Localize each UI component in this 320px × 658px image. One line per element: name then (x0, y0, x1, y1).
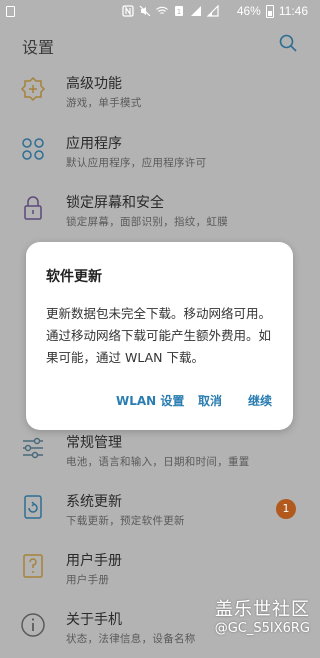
nfc-icon (122, 5, 134, 17)
manual-icon (23, 554, 43, 578)
item-title: 常规管理 (66, 435, 122, 451)
signal-icon (191, 6, 201, 16)
header: 设置 (0, 24, 316, 64)
item-subtitle: 状态，法律信息，设备名称 (66, 633, 196, 645)
item-subtitle: 用户手册 (66, 574, 110, 586)
item-subtitle: 下载更新，预定软件更新 (66, 515, 185, 527)
settings-item-lock-screen-security[interactable]: 锁定屏幕和安全 锁定屏幕，面部识别，指纹，虹膜 (0, 181, 316, 241)
lock-icon (24, 196, 42, 220)
item-title: 用户手册 (66, 553, 122, 569)
battery-percent: 46% (236, 4, 261, 18)
item-subtitle: 默认应用程序，应用程序许可 (66, 157, 207, 169)
battery-icon (265, 4, 274, 18)
system-update-icon (24, 495, 42, 519)
settings-item-system-update[interactable]: 系统更新 下载更新，预定软件更新 1 (0, 480, 316, 540)
search-icon[interactable] (278, 33, 298, 53)
sim-card-icon (6, 6, 15, 17)
dialog-message: 更新数据包未完全下载。移动网络可用。通过移动网络下载可能产生额外费用。如果可能，… (46, 306, 272, 365)
cancel-button[interactable]: 取消 (198, 392, 222, 409)
item-title: 锁定屏幕和安全 (66, 195, 164, 211)
sliders-icon (23, 437, 43, 459)
mute-icon (139, 5, 151, 17)
watermark-brand: 盖乐世社区 (215, 599, 310, 620)
item-title: 高级功能 (66, 76, 122, 92)
sim1-icon: 1 (175, 6, 183, 16)
wlan-settings-button[interactable]: WLAN 设置 (116, 392, 184, 409)
item-title: 关于手机 (66, 612, 122, 628)
settings-item-general-management[interactable]: 常规管理 电池，语言和输入，日期和时间，重置 (0, 421, 316, 481)
software-update-dialog: 软件更新 更新数据包未完全下载。移动网络可用。通过移动网络下载可能产生额外费用。… (26, 242, 293, 430)
apps-icon (22, 138, 44, 160)
advanced-features-icon (20, 76, 46, 102)
item-subtitle: 锁定屏幕，面部识别，指纹，虹膜 (66, 216, 228, 228)
watermark-handle: @GC_S5IX6RG (214, 621, 310, 636)
update-count-badge: 1 (276, 499, 296, 519)
continue-button[interactable]: 继续 (248, 392, 272, 409)
clock: 11:46 (278, 4, 308, 18)
svg-text:1: 1 (177, 8, 181, 16)
signal-2-icon (207, 5, 219, 17)
dialog-actions: WLAN 设置 取消 继续 (26, 392, 293, 412)
item-title: 系统更新 (66, 494, 122, 510)
settings-item-apps[interactable]: 应用程序 默认应用程序，应用程序许可 (0, 122, 316, 182)
settings-item-user-manual[interactable]: 用户手册 用户手册 (0, 539, 316, 599)
wifi-icon (156, 6, 168, 14)
status-icons: 1 (122, 5, 219, 17)
item-title: 应用程序 (66, 136, 122, 152)
status-bar: 1 46% 11:46 (0, 0, 316, 24)
item-subtitle: 游戏，单手模式 (66, 97, 142, 109)
page-title: 设置 (22, 38, 55, 57)
item-subtitle: 电池，语言和输入，日期和时间，重置 (66, 456, 250, 468)
settings-item-advanced-features[interactable]: 高级功能 游戏，单手模式 (0, 62, 316, 122)
dialog-title: 软件更新 (46, 269, 102, 285)
community-watermark: 盖乐世社区 @GC_S5IX6RG (215, 595, 310, 636)
info-icon (21, 613, 45, 637)
